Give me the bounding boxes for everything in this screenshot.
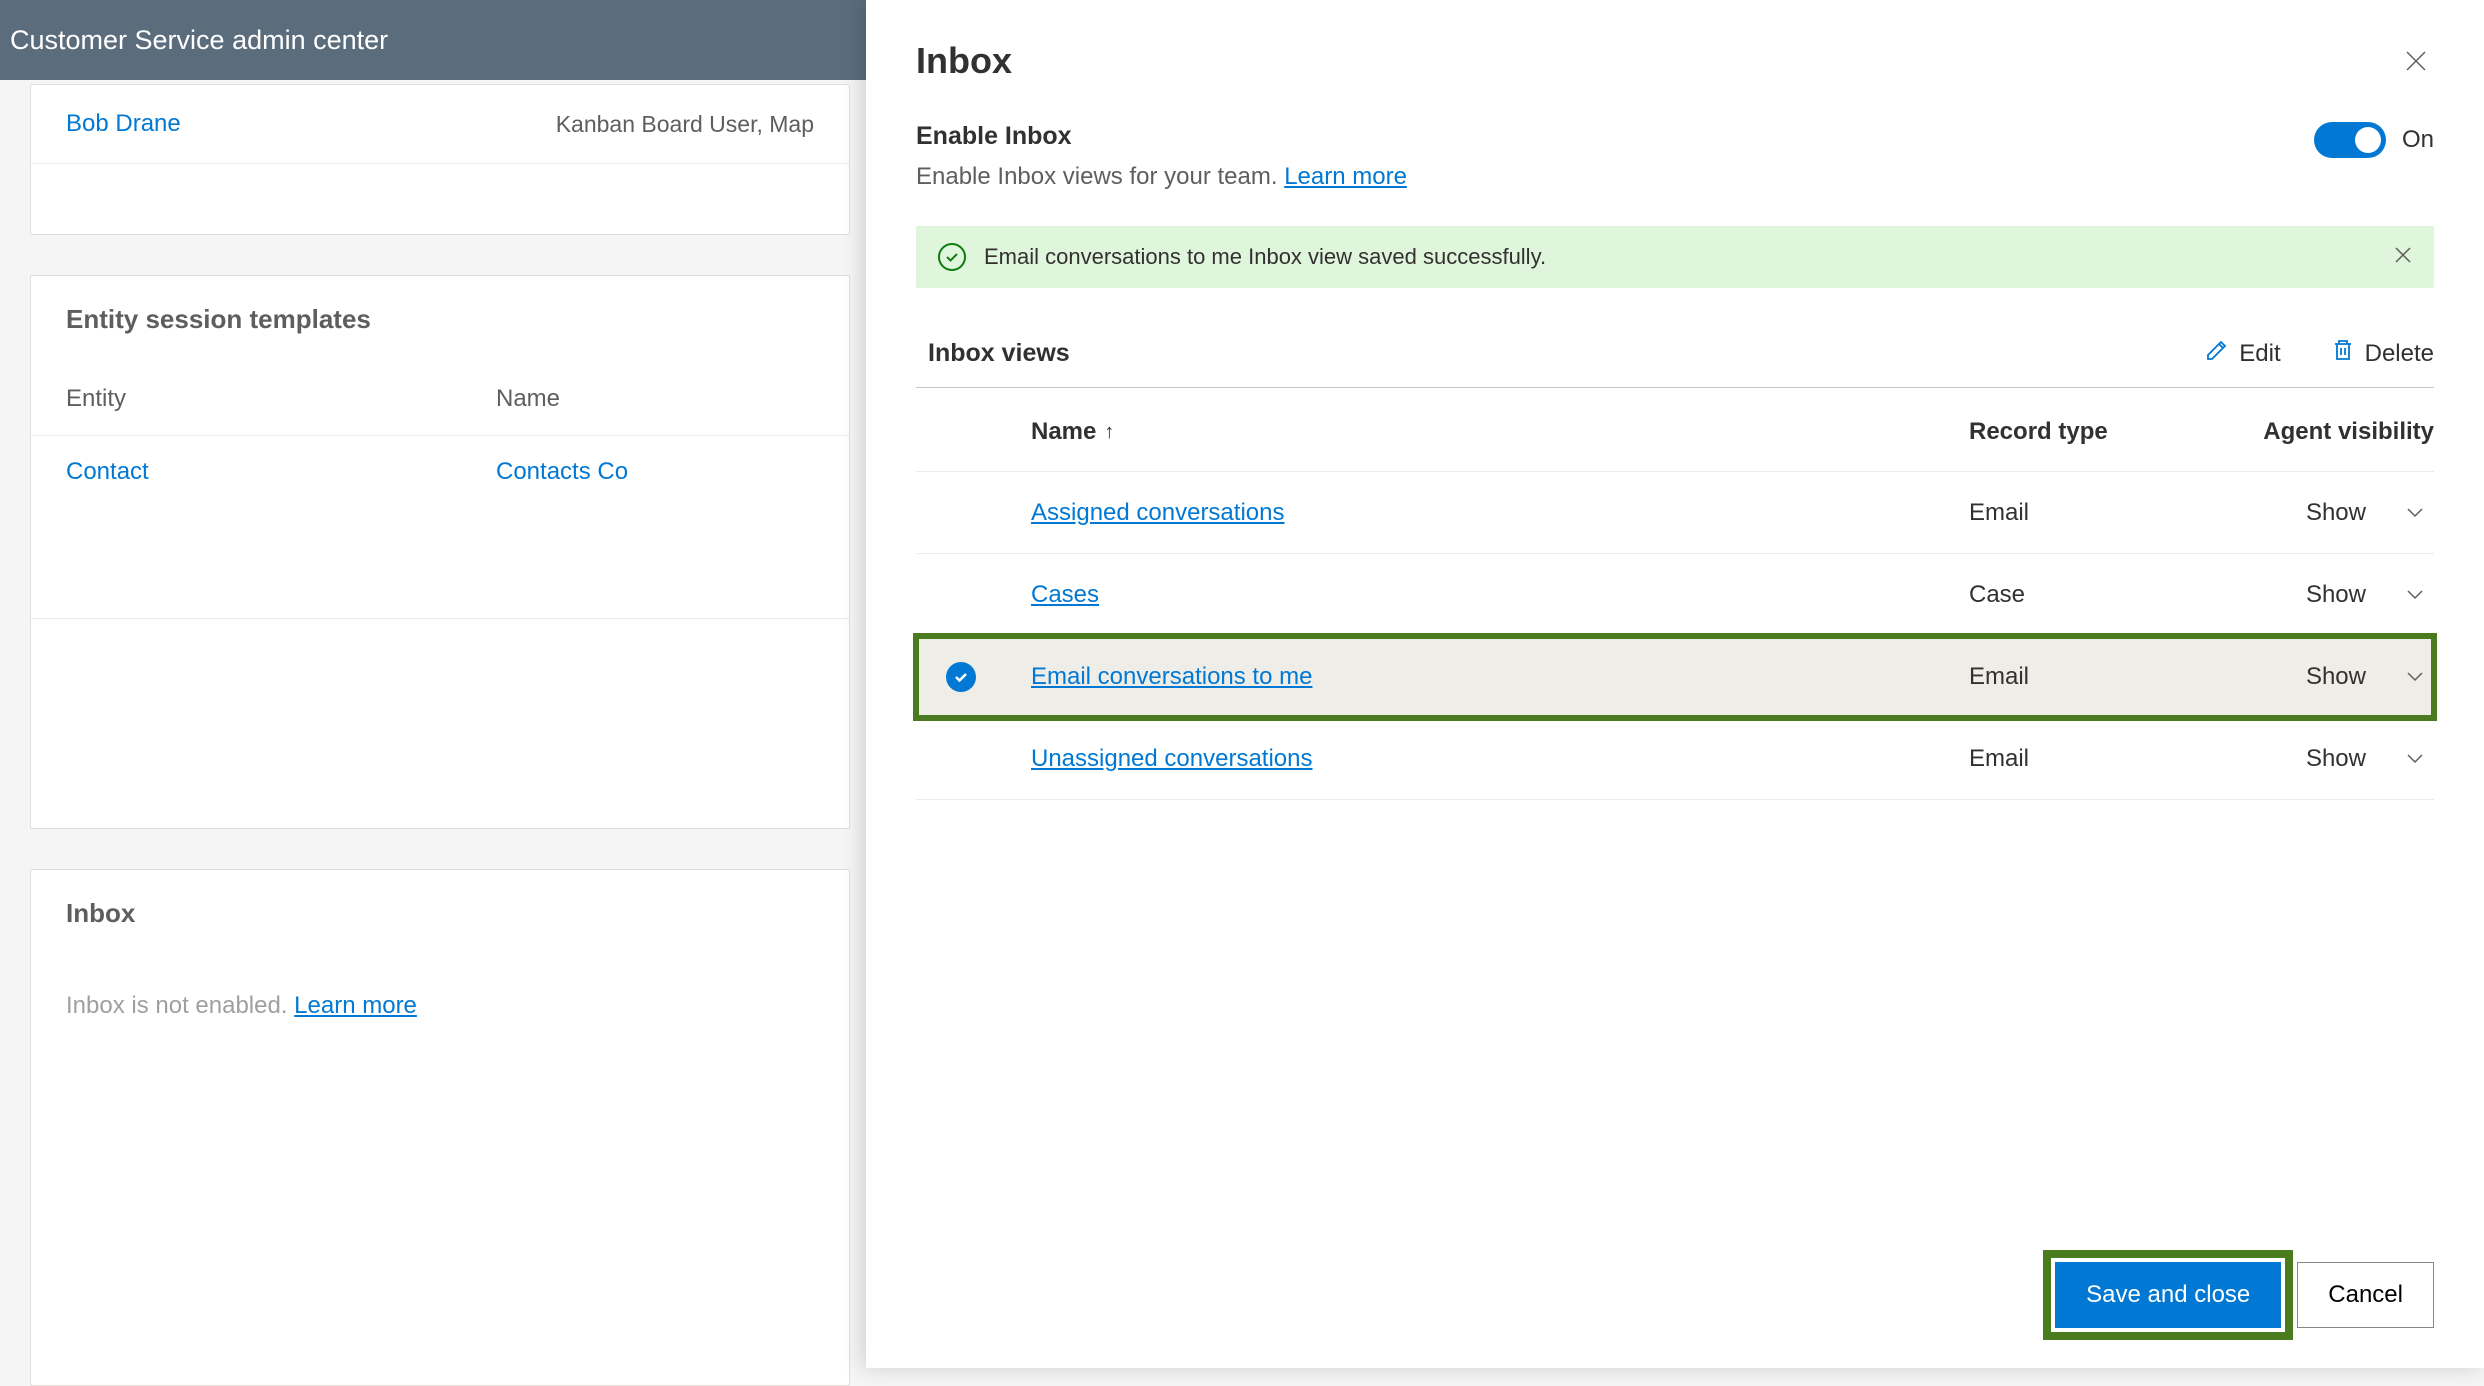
sort-arrow-icon: ↑ (1104, 421, 1114, 444)
record-type-cell: Email (1969, 745, 2229, 773)
panel-title: Inbox (916, 40, 1012, 82)
visibility-column-header[interactable]: Agent visibility (2229, 418, 2434, 446)
trash-icon (2331, 338, 2355, 369)
record-type-cell: Email (1969, 663, 2229, 691)
inbox-panel: Inbox Enable Inbox Enable Inbox views fo… (866, 0, 2484, 1368)
save-and-close-button[interactable]: Save and close (2055, 1262, 2281, 1328)
visibility-dropdown[interactable]: Show (2229, 581, 2434, 609)
row-checkbox[interactable] (916, 662, 1031, 692)
enable-inbox-desc: Enable Inbox views for your team. (916, 163, 1284, 190)
success-message: Email conversations to me Inbox view sav… (984, 244, 1546, 270)
chevron-down-icon (2406, 502, 2424, 523)
success-check-icon (938, 243, 966, 271)
pencil-icon (2205, 338, 2229, 369)
banner-close-icon[interactable] (2394, 244, 2412, 270)
visibility-dropdown[interactable]: Show (2229, 663, 2434, 691)
visibility-dropdown[interactable]: Show (2229, 499, 2434, 527)
edit-label: Edit (2239, 340, 2280, 368)
table-row[interactable]: Assigned conversations EmailShow (916, 472, 2434, 554)
chevron-down-icon (2406, 748, 2424, 769)
delete-label: Delete (2365, 340, 2434, 368)
inbox-views-title: Inbox views (916, 339, 1070, 368)
view-link[interactable]: Email conversations to me (1031, 663, 1312, 690)
table-header: Name ↑ Record type Agent visibility (916, 393, 2434, 472)
user-roles: Kanban Board User, Map (556, 111, 814, 138)
toggle-state: On (2402, 126, 2434, 154)
view-link[interactable]: Cases (1031, 581, 1099, 608)
name-column-header[interactable]: Name ↑ (1031, 418, 1969, 446)
enable-learn-more[interactable]: Learn more (1284, 163, 1407, 190)
inbox-disabled-text: Inbox is not enabled. (66, 992, 294, 1019)
entity-section-title: Entity session templates (31, 276, 849, 363)
app-title: Customer Service admin center (10, 25, 388, 56)
col-name: Name (496, 385, 560, 413)
view-link[interactable]: Unassigned conversations (1031, 745, 1313, 772)
edit-button[interactable]: Edit (2205, 338, 2280, 369)
table-row[interactable]: Cases CaseShow (916, 554, 2434, 636)
col-entity: Entity (66, 385, 496, 413)
success-banner: Email conversations to me Inbox view sav… (916, 226, 2434, 288)
enable-toggle[interactable] (2314, 122, 2386, 158)
cancel-button[interactable]: Cancel (2297, 1262, 2434, 1328)
delete-button[interactable]: Delete (2331, 338, 2434, 369)
record-type-cell: Case (1969, 581, 2229, 609)
table-row[interactable]: Email conversations to me EmailShow (916, 636, 2434, 718)
inbox-section-title: Inbox (31, 870, 849, 957)
user-link[interactable]: Bob Drane (66, 110, 181, 138)
enable-inbox-label: Enable Inbox (916, 122, 1407, 151)
chevron-down-icon (2406, 666, 2424, 687)
checkmark-icon (946, 662, 976, 692)
visibility-dropdown[interactable]: Show (2229, 745, 2434, 773)
close-icon[interactable] (2398, 43, 2434, 79)
entity-name-link[interactable]: Contacts Co (496, 458, 628, 485)
record-type-cell: Email (1969, 499, 2229, 527)
inbox-learn-more[interactable]: Learn more (294, 992, 417, 1019)
record-type-column-header[interactable]: Record type (1969, 418, 2229, 446)
view-link[interactable]: Assigned conversations (1031, 499, 1284, 526)
entity-row-link[interactable]: Contact (66, 458, 149, 485)
table-row[interactable]: Unassigned conversations EmailShow (916, 718, 2434, 800)
chevron-down-icon (2406, 584, 2424, 605)
